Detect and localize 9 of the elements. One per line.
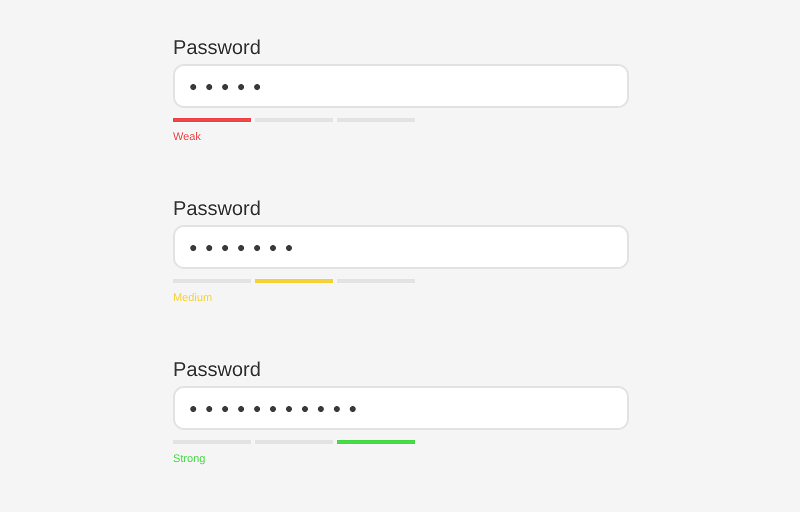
- strength-label: Weak: [173, 131, 202, 144]
- field-label: Password: [173, 358, 262, 382]
- strength-label: Medium: [173, 292, 214, 305]
- password-field[interactable]: ●●●●●●●: [173, 225, 629, 269]
- password-field[interactable]: ●●●●●: [173, 64, 629, 108]
- field-label: Password: [173, 36, 262, 60]
- strength-label: Strong: [173, 453, 206, 466]
- field-label: Password: [173, 197, 262, 221]
- password-field[interactable]: ●●●●●●●●●●●: [173, 386, 629, 430]
